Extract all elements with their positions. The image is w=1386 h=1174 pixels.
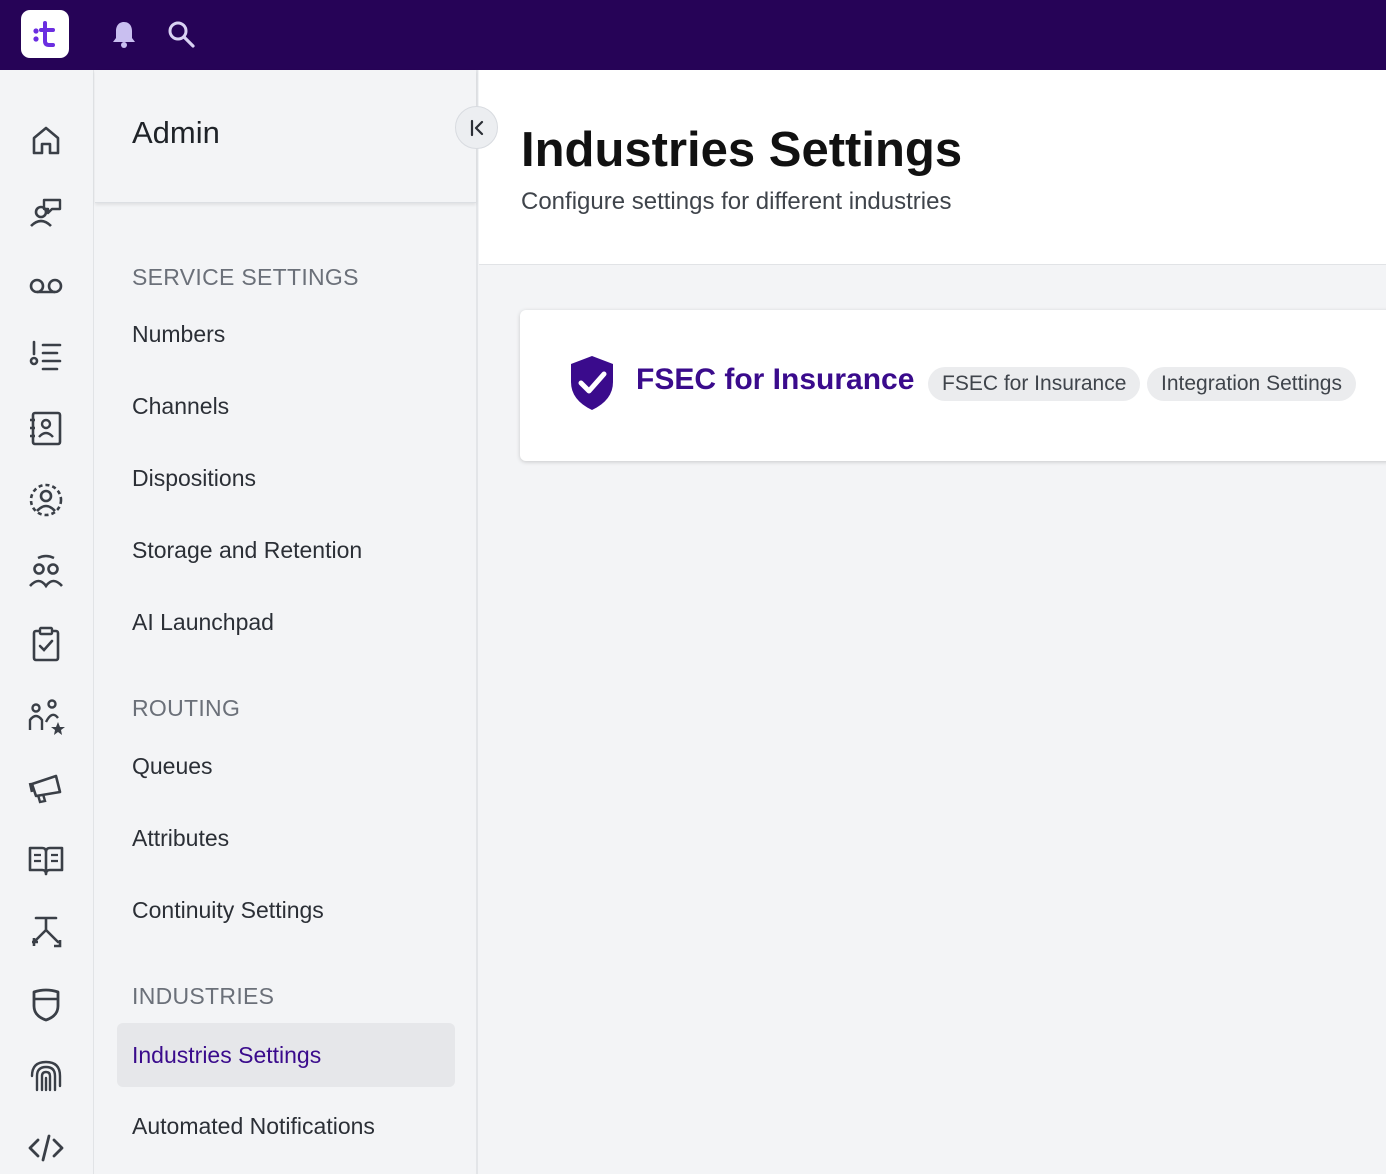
bell-icon[interactable] — [108, 18, 140, 50]
shield-check-icon — [571, 356, 613, 410]
app-logo[interactable] — [21, 10, 69, 58]
home-icon[interactable] — [24, 118, 68, 162]
megaphone-icon[interactable] — [24, 766, 68, 810]
admin-nav: Admin SERVICE SETTINGS Numbers Channels … — [95, 70, 478, 1174]
nav-item-ai-launchpad[interactable]: AI Launchpad — [117, 590, 455, 654]
routing-flow-icon[interactable] — [24, 910, 68, 954]
nav-item-queues[interactable]: Queues — [117, 734, 455, 798]
section-label-industries: INDUSTRIES — [132, 983, 275, 1009]
nav-title: Admin — [132, 115, 220, 150]
user-circle-icon[interactable] — [24, 478, 68, 522]
logo-icon — [33, 21, 55, 47]
nav-item-dispositions[interactable]: Dispositions — [117, 446, 455, 510]
nav-item-industries-settings[interactable]: Industries Settings — [117, 1023, 455, 1087]
main-content: Industries Settings Configure settings f… — [479, 70, 1386, 1174]
fingerprint-icon[interactable] — [24, 1054, 68, 1098]
nav-item-channels[interactable]: Channels — [117, 374, 455, 438]
voicemail-icon[interactable] — [24, 262, 68, 306]
section-label-routing: ROUTING — [132, 695, 241, 721]
nav-item-attributes[interactable]: Attributes — [117, 806, 455, 870]
card-tag: FSEC for Insurance — [928, 367, 1141, 401]
shield-icon[interactable] — [24, 982, 68, 1026]
page-title: Industries Settings — [521, 123, 963, 177]
contacts-book-icon[interactable] — [24, 406, 68, 450]
ordered-list-icon[interactable] — [24, 334, 68, 378]
card-title[interactable]: FSEC for Insurance — [636, 363, 914, 397]
collapse-left-icon — [470, 119, 483, 136]
nav-item-numbers[interactable]: Numbers — [117, 302, 455, 366]
page-header: Industries Settings Configure settings f… — [479, 70, 1386, 265]
nav-item-automated-notifications[interactable]: Automated Notifications — [117, 1094, 455, 1158]
nav-item-storage-retention[interactable]: Storage and Retention — [117, 518, 455, 582]
code-icon[interactable] — [24, 1126, 68, 1170]
collapse-nav-button[interactable] — [455, 106, 498, 149]
team-icon[interactable] — [24, 550, 68, 594]
icon-rail — [0, 70, 94, 1174]
search-icon[interactable] — [165, 18, 197, 50]
clipboard-check-icon[interactable] — [24, 622, 68, 666]
book-open-icon[interactable] — [24, 838, 68, 882]
nav-item-continuity-settings[interactable]: Continuity Settings — [117, 878, 455, 942]
section-label-service-settings: SERVICE SETTINGS — [132, 264, 359, 290]
industry-card-fsec-insurance[interactable]: FSEC for Insurance FSEC for Insurance In… — [520, 310, 1386, 461]
agent-chat-icon[interactable] — [24, 190, 68, 234]
users-star-icon[interactable] — [24, 694, 68, 738]
nav-header: Admin — [95, 70, 476, 203]
card-tag: Integration Settings — [1147, 367, 1356, 401]
page-subtitle: Configure settings for different industr… — [521, 188, 952, 215]
top-bar — [0, 0, 1386, 70]
